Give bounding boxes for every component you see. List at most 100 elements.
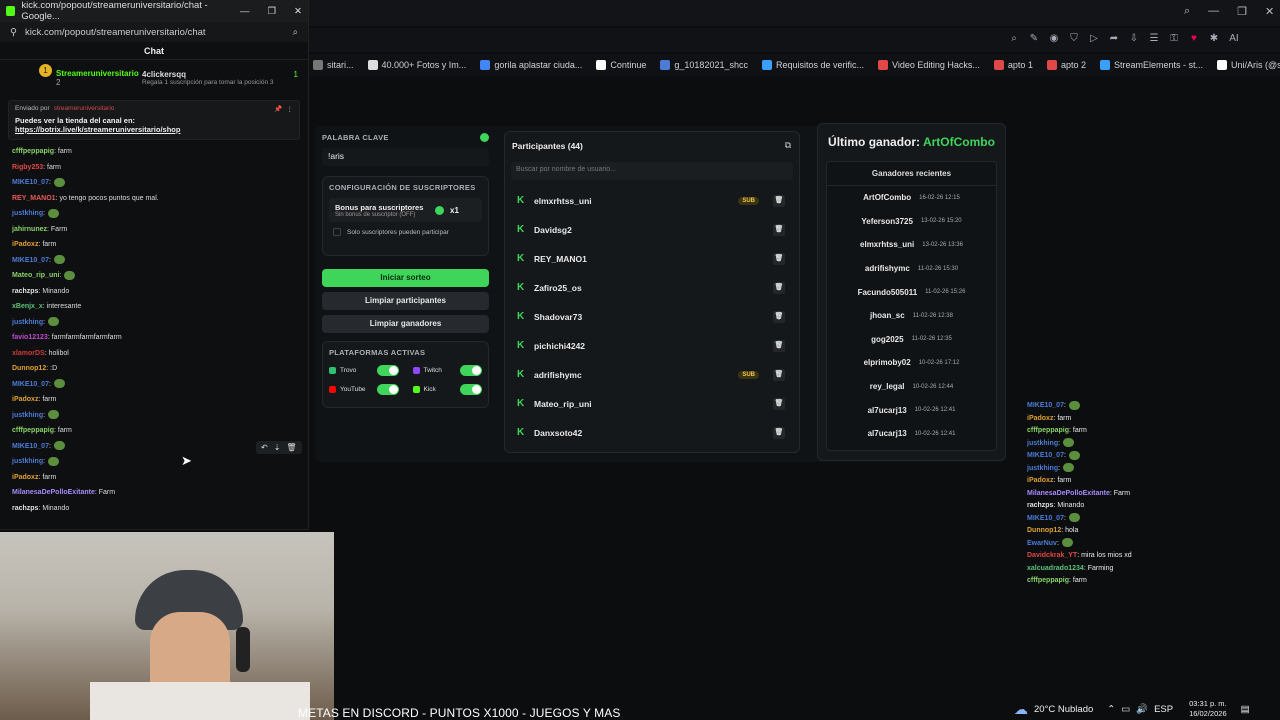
pin-icon[interactable]: 📌 — [274, 105, 282, 113]
chat-username[interactable]: justkhing — [1027, 465, 1058, 472]
top-user[interactable]: Streameruniversitario — [56, 69, 139, 78]
chat-username[interactable]: justkhing — [12, 319, 43, 326]
chat-username[interactable]: Rigby253 — [12, 164, 43, 171]
chat-username[interactable]: rachzps — [12, 288, 38, 295]
language-indicator[interactable]: ESP — [1154, 704, 1173, 715]
participant-row[interactable]: Kadrifishymc SUB 🗑 — [509, 360, 793, 389]
bookmark-label[interactable]: Continue — [610, 60, 646, 70]
pinned-link[interactable]: https://botrix.live/k/streameruniversita… — [15, 125, 293, 134]
participant-search[interactable]: Buscar por nombre de usuario... — [511, 162, 793, 180]
chat-username[interactable]: MIKE10_07 — [12, 179, 49, 186]
chat-username[interactable]: cfffpeppapig — [1027, 577, 1069, 584]
more-icon[interactable]: ⋮ — [287, 105, 294, 113]
participant-row[interactable]: K Shadovar73 🗑 — [509, 302, 793, 331]
bonus-multiplier[interactable]: x1 — [450, 206, 476, 215]
chat-username[interactable]: MilanesaDePolloExitante — [12, 489, 95, 496]
chat-username[interactable]: MIKE10_07 — [12, 443, 49, 450]
share-icon[interactable]: ➦ — [1108, 33, 1120, 44]
chat-username[interactable]: justkhing — [12, 210, 43, 217]
trash-icon[interactable]: 🗑 — [773, 223, 785, 236]
bookmark-label[interactable]: 40.000+ Fotos y Im... — [382, 60, 467, 70]
edit-icon[interactable]: ✎ — [1028, 33, 1040, 44]
bookmark-label[interactable]: g_10182021_shcc — [674, 60, 748, 70]
pinned-user[interactable]: streameruniversitario — [54, 105, 115, 113]
lock-icon[interactable]: ⚿ — [1168, 33, 1180, 44]
minimize-icon[interactable]: — — [240, 6, 250, 17]
clear-winners-button[interactable]: Limpiar ganadores — [322, 315, 489, 333]
volume-icon[interactable]: 🔊 — [1136, 704, 1148, 715]
restore-icon[interactable]: ❐ — [268, 6, 277, 17]
chat-username[interactable]: EwarNuv — [1027, 540, 1057, 547]
participant-row[interactable]: K Mateo_rip_uni 🗑 — [509, 389, 793, 418]
bookmark-item[interactable]: Requisitos de verific... — [761, 60, 864, 70]
chat-username[interactable]: xBenjx_x — [12, 303, 43, 310]
bookmark-label[interactable]: sitari... — [327, 60, 354, 70]
start-raffle-button[interactable]: Iniciar sorteo — [322, 269, 489, 287]
chat-username[interactable]: jahirnunez — [12, 226, 47, 233]
trash-icon[interactable]: 🗑 — [773, 339, 785, 352]
tune-icon[interactable]: ⚲ — [10, 27, 17, 38]
chat-username[interactable]: MIKE10_07 — [12, 257, 49, 264]
keyword-input[interactable]: !aris — [322, 148, 489, 166]
notifications-icon[interactable]: ▤ — [1241, 704, 1250, 715]
puzzle-icon[interactable]: ✱ — [1208, 33, 1220, 44]
chat-username[interactable]: iPadoxz — [1027, 415, 1053, 422]
bookmark-item[interactable]: 40.000+ Fotos y Im... — [367, 60, 467, 70]
chat-username[interactable]: MIKE10_07 — [1027, 452, 1064, 459]
bookmark-item[interactable]: apto 1 — [993, 60, 1033, 70]
chat-username[interactable]: iPadoxz — [12, 241, 38, 248]
bookmark-label[interactable]: Uni/Aris (@streame... — [1231, 60, 1280, 70]
chat-username[interactable]: Dunnop12 — [12, 365, 46, 372]
chat-username[interactable]: Dunnop12 — [1027, 527, 1061, 534]
bookmark-item[interactable]: Uni/Aris (@streame... — [1217, 60, 1280, 70]
top-other[interactable]: 4clickersqq — [142, 70, 186, 79]
bookmark-item[interactable]: sitari... — [313, 60, 354, 70]
clear-participants-button[interactable]: Limpiar participantes — [322, 292, 489, 310]
chat-username[interactable]: MilanesaDePolloExitante — [1027, 490, 1110, 497]
participant-row[interactable]: K Davidsg2 🗑 — [509, 215, 793, 244]
pin-icon[interactable]: ⇣ — [274, 443, 281, 452]
list-icon[interactable]: ☰ — [1148, 33, 1160, 44]
bookmark-label[interactable]: Requisitos de verific... — [776, 60, 864, 70]
chat-username[interactable]: xalcuadrado1234 — [1027, 565, 1084, 572]
copy-icon[interactable]: ⧉ — [785, 140, 791, 151]
trash-icon[interactable]: 🗑 — [773, 252, 785, 265]
platform-switch[interactable] — [376, 384, 399, 395]
camera-icon[interactable]: ◉ — [1048, 33, 1060, 44]
platform-switch[interactable] — [460, 365, 482, 376]
chat-username[interactable]: MIKE10_07 — [1027, 515, 1064, 522]
chat-username[interactable]: cfffpeppapig — [1027, 427, 1069, 434]
participant-row[interactable]: K Danxsoto42 🗑 — [509, 418, 793, 447]
bookmark-item[interactable]: StreamElements - st... — [1099, 60, 1203, 70]
chat-username[interactable]: MIKE10_07 — [1027, 402, 1064, 409]
close-icon[interactable]: ✕ — [1265, 5, 1274, 18]
chat-username[interactable]: xlamorDS — [12, 350, 45, 357]
shield-icon[interactable]: ⛉ — [1068, 33, 1080, 44]
chat-username[interactable]: Mateo_rip_uni — [12, 272, 59, 279]
bookmark-label[interactable]: gorila aplastar ciuda... — [494, 60, 582, 70]
chat-username[interactable]: justkhing — [12, 412, 43, 419]
ai-icon[interactable]: AI — [1228, 33, 1240, 44]
participant-row[interactable]: Kpichichi4242 🗑 — [509, 331, 793, 360]
participant-row[interactable]: Kelmxrhtss_uni SUB 🗑 — [509, 186, 793, 215]
bookmark-label[interactable]: Video Editing Hacks... — [892, 60, 980, 70]
chevron-up-icon[interactable]: ⌃ — [1107, 704, 1115, 715]
heart-icon[interactable]: ♥ — [1188, 33, 1200, 44]
search-icon[interactable]: ⌕ — [293, 27, 298, 38]
platform-switch[interactable] — [376, 365, 399, 376]
chat-username[interactable]: Davidckrak_YT — [1027, 552, 1077, 559]
bookmark-item[interactable]: g_10182021_shcc — [660, 60, 748, 70]
chat-username[interactable]: justkhing — [1027, 440, 1058, 447]
reply-icon[interactable]: ↶ — [261, 443, 268, 452]
chat-username[interactable]: cfffpeppapig — [12, 427, 54, 434]
chat-username[interactable]: iPadoxz — [12, 396, 38, 403]
bookmark-label[interactable]: StreamElements - st... — [1114, 60, 1203, 70]
chat-username[interactable]: iPadoxz — [1027, 477, 1053, 484]
platform-switch[interactable] — [460, 384, 482, 395]
play-icon[interactable]: ▷ — [1088, 33, 1100, 44]
bookmark-label[interactable]: apto 2 — [1061, 60, 1086, 70]
clock-time[interactable]: 03:31 p. m. — [1189, 699, 1227, 709]
bookmark-item[interactable]: Video Editing Hacks... — [878, 60, 980, 70]
bookmark-item[interactable]: apto 2 — [1046, 60, 1086, 70]
popup-url[interactable]: kick.com/popout/streameruniversitario/ch… — [25, 27, 206, 38]
